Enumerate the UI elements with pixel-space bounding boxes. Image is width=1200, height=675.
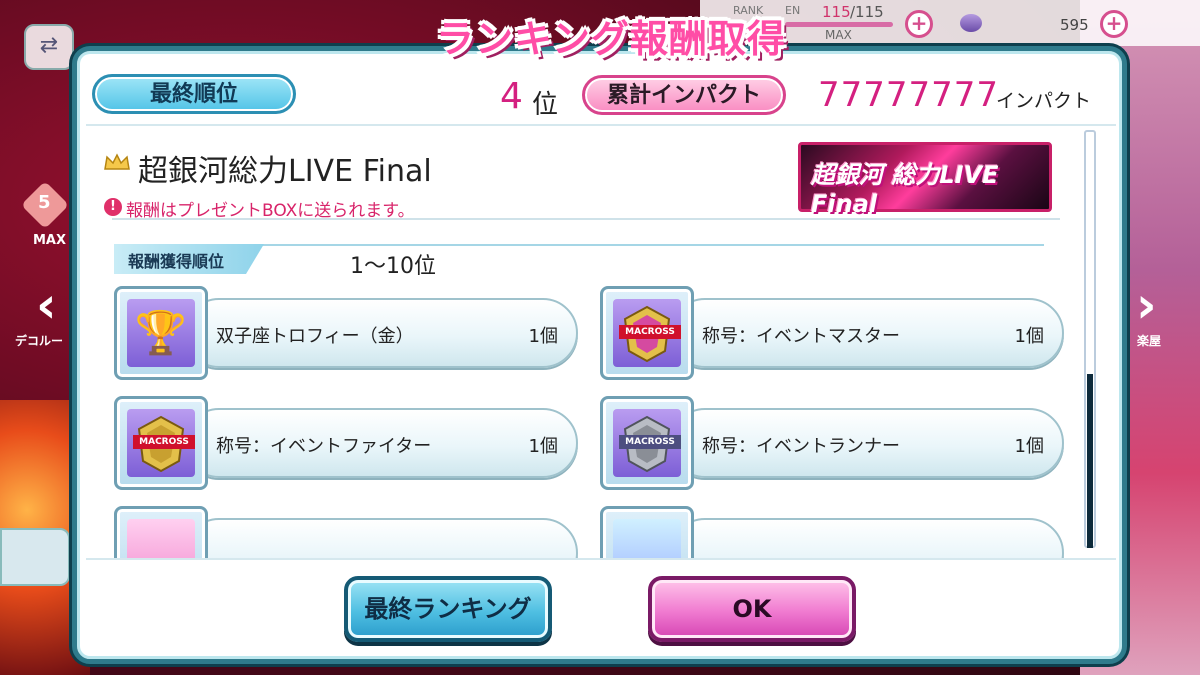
reward-item-thumb: MACROSS [114, 396, 208, 490]
add-stamina-button[interactable]: + [905, 10, 933, 38]
currency-amount: 595 [1060, 16, 1089, 34]
macross-label: MACROSS [619, 435, 681, 449]
reward-item[interactable]: MACROSS 称号：イベントファイター 1個 [114, 396, 580, 492]
dialog-title-text: ランキング報酬取得 [436, 17, 786, 61]
add-currency-button[interactable]: + [1100, 10, 1128, 38]
heart-count: 5 [38, 192, 51, 213]
reward-item-qty: 1個 [1014, 326, 1044, 347]
reward-item-qty: 1個 [528, 436, 558, 457]
film-button[interactable] [0, 528, 70, 586]
thumb-bg [613, 519, 681, 558]
chevron-right-icon[interactable]: › [1136, 276, 1157, 334]
event-name: 超銀河総力LIVE Final [138, 154, 432, 189]
reward-rank-value: 1〜10位 [350, 254, 436, 279]
heart-max-label: MAX [33, 233, 67, 248]
stamina-current: 115 [822, 3, 851, 21]
rank-unit: 位 [532, 90, 559, 120]
reward-item-bg [184, 518, 578, 558]
stamina-max: /115 [850, 3, 884, 21]
final-ranking-button[interactable]: 最終ランキング [344, 576, 552, 642]
reward-item[interactable]: MACROSS 称号：イベントランナー 1個 [600, 396, 1066, 492]
divider [112, 218, 1060, 220]
reward-item-name: 称号：イベントファイター [216, 436, 432, 457]
reward-item-thumb [114, 506, 208, 558]
final-rank-label: 最終順位 [92, 74, 296, 114]
stamina-bar [785, 22, 893, 27]
total-impact-label: 累計インパクト [582, 75, 786, 115]
impact-value: 77777777 [818, 75, 1000, 115]
reward-item-qty: 1個 [1014, 436, 1044, 457]
reward-item[interactable]: 🏆 双子座トロフィー（金） 1個 [114, 286, 580, 382]
alert-icon: ! [104, 198, 122, 216]
reward-item-name: 双子座トロフィー（金） [216, 326, 414, 347]
reward-item-qty: 1個 [528, 326, 558, 347]
banner-text: 超銀河 総力LIVE Final [811, 161, 999, 218]
crown-icon [104, 153, 130, 170]
reward-item-thumb: MACROSS [600, 396, 694, 490]
rank-value: 4 [500, 76, 523, 117]
stamina-max-label: MAX [825, 28, 852, 42]
reward-item-name: 称号：イベントマスター [702, 326, 900, 347]
reward-rank-tag: 報酬獲得順位 [114, 244, 264, 274]
reward-item[interactable] [600, 506, 1066, 558]
reward-item[interactable] [114, 506, 580, 558]
dialog-title: ランキング報酬取得 [436, 8, 786, 62]
reward-item-bg [670, 518, 1064, 558]
right-nav-label: 楽屋 [1137, 334, 1162, 348]
reward-item[interactable]: MACROSS 称号：イベントマスター 1個 [600, 286, 1066, 382]
thumb-bg [127, 519, 195, 558]
swap-button[interactable]: ⇄ [24, 24, 74, 70]
event-banner: 超銀河 総力LIVE Final [798, 142, 1052, 218]
reward-item-thumb: MACROSS [600, 286, 694, 380]
ok-button[interactable]: OK [648, 576, 856, 642]
impact-unit: インパクト [996, 90, 1092, 112]
reward-item-name: 称号：イベントランナー [702, 436, 900, 457]
en-label: EN [785, 4, 801, 17]
chevron-left-icon[interactable]: ‹ [36, 276, 57, 334]
planet-currency-icon [960, 14, 982, 32]
reward-item-thumb [600, 506, 694, 558]
trophy-icon: 🏆 [134, 308, 188, 357]
scrollbar-thumb[interactable] [1087, 374, 1093, 548]
macross-label: MACROSS [619, 325, 681, 339]
reward-rank-label: 報酬獲得順位 [128, 252, 225, 271]
reward-item-thumb: 🏆 [114, 286, 208, 380]
left-nav-label: デコルー [15, 334, 64, 348]
reward-list-scroll[interactable]: 超銀河総力LIVE Final ! 報酬はプレゼントBOXに送られます。 超銀河… [86, 124, 1116, 560]
macross-label: MACROSS [133, 435, 195, 449]
